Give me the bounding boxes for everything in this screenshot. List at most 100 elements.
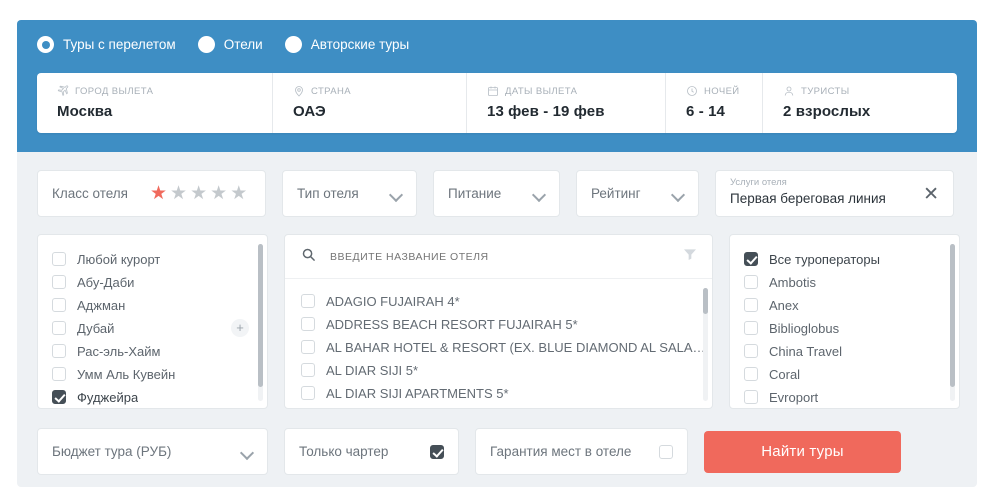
- charter-only-label: Только чартер: [299, 444, 389, 459]
- radio-selected-icon: [37, 36, 54, 53]
- meals-dropdown[interactable]: Питание: [433, 170, 560, 217]
- checkbox-icon[interactable]: [301, 363, 315, 377]
- checkbox-icon[interactable]: [52, 252, 66, 266]
- tourists-value: 2 взрослых: [783, 103, 871, 120]
- list-item[interactable]: Аджман: [52, 294, 267, 316]
- budget-dropdown[interactable]: Бюджет тура (РУБ): [37, 428, 268, 475]
- tourists-caption: ТУРИСТЫ: [783, 84, 957, 98]
- list-item[interactable]: ADDRESS BEACH RESORT FUJAIRAH 5*: [301, 313, 712, 335]
- checkbox-icon[interactable]: [301, 386, 315, 400]
- hotels-list: ADAGIO FUJAIRAH 4* ADDRESS BEACH RESORT …: [285, 279, 712, 404]
- hotel-label: ADAGIO FUJAIRAH 4*: [326, 293, 460, 309]
- operator-label: Biblioglobus: [769, 320, 840, 336]
- star-icon-4[interactable]: ★: [210, 184, 227, 203]
- list-item[interactable]: AL BAHAR HOTEL & RESORT (EX. BLUE DIAMON…: [301, 336, 712, 358]
- checkbox-icon[interactable]: [744, 367, 758, 381]
- list-item[interactable]: Дубай +: [52, 317, 267, 339]
- hotel-class-filter[interactable]: Класс отеля ★ ★ ★ ★ ★: [37, 170, 266, 217]
- room-guarantee-toggle[interactable]: Гарантия мест в отеле: [475, 428, 688, 475]
- checkbox-icon[interactable]: [744, 275, 758, 289]
- checkbox-icon[interactable]: [52, 344, 66, 358]
- checkbox-icon[interactable]: [301, 317, 315, 331]
- tour-type-option-flight[interactable]: Туры с перелетом: [37, 36, 176, 53]
- list-item[interactable]: AL DIAR SIJI APARTMENTS 5*: [301, 382, 712, 404]
- hotel-services-value: Первая береговая линия: [730, 191, 886, 206]
- departure-city-field[interactable]: ГОРОД ВЫЛЕТА Москва: [37, 73, 273, 133]
- list-item[interactable]: Любой курорт: [52, 248, 267, 270]
- list-item[interactable]: Ambotis: [744, 271, 959, 293]
- checkbox-icon[interactable]: [52, 390, 66, 404]
- checkbox-icon[interactable]: [744, 252, 758, 266]
- list-item[interactable]: Coral: [744, 363, 959, 385]
- filters-row: Класс отеля ★ ★ ★ ★ ★ Тип отеля Питание …: [37, 170, 954, 217]
- star-rating[interactable]: ★ ★ ★ ★ ★: [150, 184, 247, 203]
- room-guarantee-label: Гарантия мест в отеле: [490, 444, 632, 459]
- nights-field[interactable]: НОЧЕЙ 6 - 14: [666, 73, 763, 133]
- tour-type-option-hotels[interactable]: Отели: [197, 36, 263, 53]
- list-item[interactable]: Biblioglobus: [744, 317, 959, 339]
- checkbox-icon[interactable]: [744, 344, 758, 358]
- dates-field[interactable]: ДАТЫ ВЫЛЕТА 13 фев - 19 фев: [467, 73, 666, 133]
- list-item[interactable]: Все туроператоры: [744, 248, 959, 270]
- checkbox-icon[interactable]: [744, 321, 758, 335]
- checkbox-icon[interactable]: [52, 298, 66, 312]
- list-item[interactable]: Умм Аль Кувейн: [52, 363, 267, 385]
- checkbox-icon[interactable]: [744, 298, 758, 312]
- find-tours-button[interactable]: Найти туры: [704, 430, 901, 473]
- operators-list: Все туроператоры Ambotis Anex Biblioglob…: [730, 235, 959, 408]
- checkbox-icon[interactable]: [744, 390, 758, 404]
- star-icon-1[interactable]: ★: [150, 184, 167, 203]
- hotel-type-dropdown[interactable]: Тип отеля: [282, 170, 417, 217]
- chevron-down-icon: [242, 448, 253, 455]
- close-icon[interactable]: ✕: [923, 185, 939, 208]
- checkbox-icon[interactable]: [52, 275, 66, 289]
- tour-type-option-author[interactable]: Авторские туры: [284, 36, 409, 53]
- resorts-list: Любой курорт Абу-Даби Аджман Дубай + Рас…: [38, 235, 267, 408]
- list-item[interactable]: AL DIAR SIJI 5*: [301, 359, 712, 381]
- country-field[interactable]: СТРАНА ОАЭ: [273, 73, 467, 133]
- list-item[interactable]: Рас-эль-Хайм: [52, 340, 267, 362]
- list-item[interactable]: Anex: [744, 294, 959, 316]
- checkbox-icon[interactable]: [52, 367, 66, 381]
- star-icon-3[interactable]: ★: [190, 184, 207, 203]
- hotel-services-chip[interactable]: Услуги отеля Первая береговая линия ✕: [715, 170, 954, 217]
- expand-plus-icon[interactable]: +: [231, 319, 249, 337]
- country-caption: СТРАНА: [293, 84, 466, 98]
- calendar-icon: [487, 85, 499, 97]
- star-icon-2[interactable]: ★: [170, 184, 187, 203]
- list-item[interactable]: Evroport: [744, 386, 959, 408]
- scrollbar-thumb[interactable]: [703, 288, 708, 314]
- operators-panel: Все туроператоры Ambotis Anex Biblioglob…: [729, 234, 960, 409]
- scrollbar-thumb[interactable]: [950, 244, 955, 387]
- resorts-scrollbar[interactable]: [258, 244, 263, 401]
- charter-only-toggle[interactable]: Только чартер: [284, 428, 459, 475]
- star-icon-5[interactable]: ★: [230, 184, 247, 203]
- chevron-down-icon: [391, 190, 402, 197]
- search-input[interactable]: [328, 249, 682, 264]
- checkbox-icon[interactable]: [659, 444, 673, 459]
- funnel-icon[interactable]: [682, 246, 698, 267]
- list-item[interactable]: China Travel: [744, 340, 959, 362]
- bottom-controls-row: Бюджет тура (РУБ) Только чартер Гарантия…: [37, 428, 901, 475]
- person-icon: [783, 85, 795, 97]
- chevron-down-icon: [673, 190, 684, 197]
- hotel-services-text: Услуги отеля Первая береговая линия: [730, 176, 886, 207]
- checkbox-icon[interactable]: [301, 294, 315, 308]
- rating-dropdown[interactable]: Рейтинг: [576, 170, 699, 217]
- tourists-field[interactable]: ТУРИСТЫ 2 взрослых: [763, 73, 957, 133]
- hotel-search-bar: [285, 235, 712, 279]
- list-item[interactable]: ADAGIO FUJAIRAH 4*: [301, 290, 712, 312]
- checkbox-icon[interactable]: [301, 340, 315, 354]
- checkbox-icon[interactable]: [430, 444, 444, 459]
- list-item[interactable]: Абу-Даби: [52, 271, 267, 293]
- scrollbar-thumb[interactable]: [258, 244, 263, 387]
- departure-city-caption: ГОРОД ВЫЛЕТА: [57, 84, 272, 98]
- list-item[interactable]: Фуджейра: [52, 386, 267, 408]
- operators-scrollbar[interactable]: [950, 244, 955, 401]
- tour-type-radio-group: Туры с перелетом Отели Авторские туры: [37, 36, 431, 53]
- search-strip: ГОРОД ВЫЛЕТА Москва СТРАНА ОАЭ ДАТЫ ВЫЛЕ…: [37, 73, 957, 133]
- checkbox-icon[interactable]: [52, 321, 66, 335]
- hotels-scrollbar[interactable]: [703, 288, 708, 401]
- plane-icon: [57, 85, 69, 97]
- resort-label: Аджман: [77, 297, 126, 313]
